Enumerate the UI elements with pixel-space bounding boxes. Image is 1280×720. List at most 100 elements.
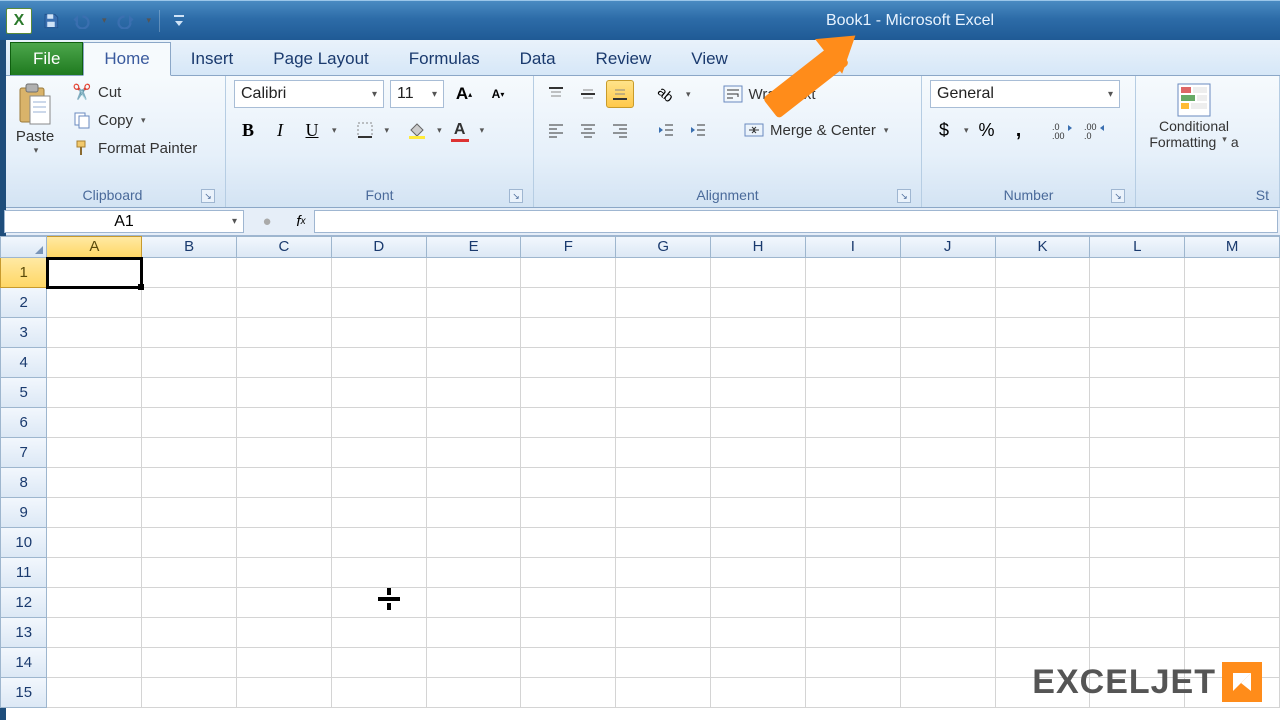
cell-C3[interactable] <box>237 318 332 348</box>
row-header-8[interactable]: 8 <box>0 468 47 498</box>
cell-J8[interactable] <box>901 468 996 498</box>
cell-M2[interactable] <box>1185 288 1280 318</box>
cell-A5[interactable] <box>47 378 142 408</box>
currency-button[interactable]: $ <box>930 116 958 144</box>
decrease-decimal-button[interactable]: .00.0 <box>1081 116 1109 144</box>
cell-E4[interactable] <box>427 348 522 378</box>
cell-J9[interactable] <box>901 498 996 528</box>
cell-H11[interactable] <box>711 558 806 588</box>
cell-K7[interactable] <box>996 438 1091 468</box>
cell-E14[interactable] <box>427 648 522 678</box>
cell-F10[interactable] <box>521 528 616 558</box>
cell-E9[interactable] <box>427 498 522 528</box>
row-header-13[interactable]: 13 <box>0 618 47 648</box>
orientation-button[interactable]: ab <box>652 80 680 108</box>
cell-I1[interactable] <box>806 258 901 288</box>
cell-B13[interactable] <box>142 618 237 648</box>
cell-B12[interactable] <box>142 588 237 618</box>
cell-I9[interactable] <box>806 498 901 528</box>
cell-A7[interactable] <box>47 438 142 468</box>
currency-dropdown-icon[interactable]: ▾ <box>964 125 969 136</box>
cancel-formula-button[interactable]: ● <box>254 211 280 233</box>
copy-dropdown-icon[interactable]: ▾ <box>141 115 146 126</box>
redo-button[interactable] <box>115 10 137 32</box>
decrease-indent-button[interactable] <box>652 116 680 144</box>
cell-G11[interactable] <box>616 558 711 588</box>
cell-K1[interactable] <box>996 258 1091 288</box>
format-painter-button[interactable]: Format Painter <box>68 136 201 160</box>
cell-E13[interactable] <box>427 618 522 648</box>
cell-B2[interactable] <box>142 288 237 318</box>
cell-L4[interactable] <box>1090 348 1185 378</box>
row-header-3[interactable]: 3 <box>0 318 47 348</box>
cell-M8[interactable] <box>1185 468 1280 498</box>
cell-F2[interactable] <box>521 288 616 318</box>
cell-H3[interactable] <box>711 318 806 348</box>
cell-G8[interactable] <box>616 468 711 498</box>
cell-H14[interactable] <box>711 648 806 678</box>
cell-C4[interactable] <box>237 348 332 378</box>
row-header-9[interactable]: 9 <box>0 498 47 528</box>
cell-D6[interactable] <box>332 408 427 438</box>
cell-M6[interactable] <box>1185 408 1280 438</box>
cell-M11[interactable] <box>1185 558 1280 588</box>
cell-K12[interactable] <box>996 588 1091 618</box>
cell-C14[interactable] <box>237 648 332 678</box>
name-box[interactable]: A1▾ <box>4 210 244 233</box>
cell-F14[interactable] <box>521 648 616 678</box>
column-header-J[interactable]: J <box>901 236 996 258</box>
cell-J10[interactable] <box>901 528 996 558</box>
save-button[interactable] <box>40 10 62 32</box>
cell-A4[interactable] <box>47 348 142 378</box>
cell-G3[interactable] <box>616 318 711 348</box>
cell-C6[interactable] <box>237 408 332 438</box>
cell-I10[interactable] <box>806 528 901 558</box>
underline-dropdown-icon[interactable]: ▾ <box>332 125 337 136</box>
cell-D4[interactable] <box>332 348 427 378</box>
number-format-combo[interactable]: General▾ <box>930 80 1120 108</box>
row-header-5[interactable]: 5 <box>0 378 47 408</box>
italic-button[interactable]: I <box>266 116 294 144</box>
cell-I2[interactable] <box>806 288 901 318</box>
cell-L12[interactable] <box>1090 588 1185 618</box>
cell-D7[interactable] <box>332 438 427 468</box>
row-header-14[interactable]: 14 <box>0 648 47 678</box>
cell-H1[interactable] <box>711 258 806 288</box>
column-header-G[interactable]: G <box>616 236 711 258</box>
cell-B14[interactable] <box>142 648 237 678</box>
cell-D9[interactable] <box>332 498 427 528</box>
cell-E6[interactable] <box>427 408 522 438</box>
cell-D3[interactable] <box>332 318 427 348</box>
cell-F4[interactable] <box>521 348 616 378</box>
cell-A10[interactable] <box>47 528 142 558</box>
cell-K6[interactable] <box>996 408 1091 438</box>
cell-F7[interactable] <box>521 438 616 468</box>
insert-function-button[interactable]: fx <box>288 211 314 233</box>
cell-H6[interactable] <box>711 408 806 438</box>
cell-J13[interactable] <box>901 618 996 648</box>
paste-dropdown-icon[interactable]: ▾ <box>34 145 39 156</box>
cell-H2[interactable] <box>711 288 806 318</box>
redo-dropdown-icon[interactable]: ▾ <box>147 15 152 26</box>
row-header-2[interactable]: 2 <box>0 288 47 318</box>
cell-C8[interactable] <box>237 468 332 498</box>
align-center-button[interactable] <box>574 116 602 144</box>
row-header-12[interactable]: 12 <box>0 588 47 618</box>
cell-H8[interactable] <box>711 468 806 498</box>
percent-button[interactable]: % <box>973 116 1001 144</box>
cell-J3[interactable] <box>901 318 996 348</box>
increase-decimal-button[interactable]: .0.00 <box>1049 116 1077 144</box>
cell-J14[interactable] <box>901 648 996 678</box>
cell-B15[interactable] <box>142 678 237 708</box>
cell-H12[interactable] <box>711 588 806 618</box>
cell-L3[interactable] <box>1090 318 1185 348</box>
cell-I14[interactable] <box>806 648 901 678</box>
cell-E2[interactable] <box>427 288 522 318</box>
cell-G15[interactable] <box>616 678 711 708</box>
cell-F9[interactable] <box>521 498 616 528</box>
cell-H15[interactable] <box>711 678 806 708</box>
cell-F13[interactable] <box>521 618 616 648</box>
align-middle-button[interactable] <box>574 80 602 108</box>
column-header-D[interactable]: D <box>332 236 427 258</box>
font-color-dropdown-icon[interactable]: ▾ <box>480 125 485 136</box>
